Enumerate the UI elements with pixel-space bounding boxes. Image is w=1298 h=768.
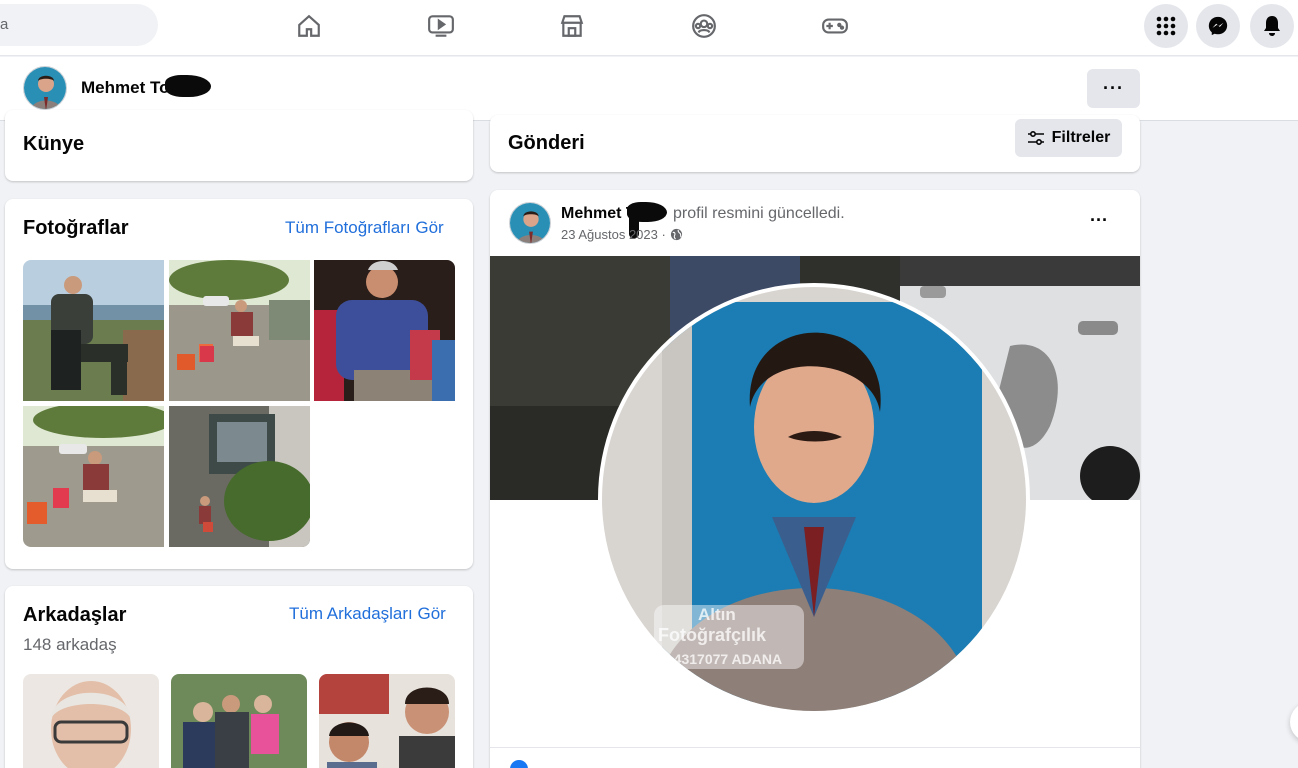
friends-card: Arkadaşlar Tüm Arkadaşları Gör 148 arkad… <box>5 586 473 768</box>
search-text: a <box>0 16 9 33</box>
photo-thumbnail[interactable] <box>169 406 310 547</box>
avatar[interactable] <box>23 66 67 110</box>
home-icon[interactable] <box>289 8 329 44</box>
redaction-scribble <box>165 75 211 97</box>
post-author[interactable]: Mehmet T <box>561 205 636 223</box>
watermark-line-3: 5 4317077 ADANA <box>662 651 783 667</box>
top-navigation: a <box>0 0 1298 56</box>
profile-picture[interactable]: Altın Fotoğrafçılık 5 4317077 ADANA <box>598 283 1030 715</box>
marketplace-icon[interactable] <box>552 8 592 44</box>
menu-grid-icon[interactable] <box>1144 4 1188 48</box>
watermark-line-1: Altın <box>698 605 736 624</box>
notifications-icon[interactable] <box>1250 4 1294 48</box>
new-message-button[interactable] <box>1290 702 1298 742</box>
gaming-icon[interactable] <box>815 8 855 44</box>
more-options-button[interactable]: ··· <box>1087 69 1140 108</box>
post-more-options-button[interactable]: ··· <box>1090 210 1108 231</box>
photo-thumbnail[interactable] <box>23 260 164 401</box>
posts-title: Gönderi <box>508 132 585 154</box>
filter-icon <box>1027 130 1044 146</box>
intro-card: Künye <box>5 110 473 181</box>
filters-button[interactable]: Filtreler <box>1015 119 1122 157</box>
avatar[interactable] <box>509 202 551 244</box>
friend-photo[interactable] <box>171 674 307 768</box>
watermark-line-2: Fotoğrafçılık <box>658 625 767 645</box>
friend-photo[interactable] <box>23 674 159 768</box>
friends-count: 148 arkadaş <box>23 635 117 654</box>
post-action-text: profil resmini güncelledi. <box>673 205 845 222</box>
photos-title: Fotoğraflar <box>23 217 129 239</box>
watch-icon[interactable] <box>421 8 461 44</box>
filters-label: Filtreler <box>1051 129 1111 146</box>
search-input[interactable]: a <box>0 4 158 46</box>
divider <box>490 747 1140 748</box>
see-all-photos-link[interactable]: Tüm Fotoğrafları Gör <box>285 218 444 238</box>
see-all-friends-link[interactable]: Tüm Arkadaşları Gör <box>289 604 446 624</box>
post-card: Mehmet T profil resmini güncelledi. 23 A… <box>490 190 1140 768</box>
photo-thumbnail[interactable] <box>169 260 310 401</box>
post-date: 23 Ağustos 2023 · <box>561 227 666 242</box>
post-timestamp[interactable]: 23 Ağustos 2023 · <box>561 227 683 242</box>
friend-photo[interactable] <box>319 674 455 768</box>
friends-title: Arkadaşlar <box>23 604 127 626</box>
photos-card: Fotoğraflar Tüm Fotoğrafları Gör <box>5 199 473 569</box>
profile-name[interactable]: Mehmet To <box>81 78 169 98</box>
photo-thumbnail[interactable] <box>314 260 455 401</box>
globe-icon <box>670 228 682 241</box>
intro-title: Künye <box>23 133 85 155</box>
groups-icon[interactable] <box>684 8 724 44</box>
posts-header-card: Gönderi Filtreler <box>490 115 1140 172</box>
messenger-icon[interactable] <box>1196 4 1240 48</box>
like-reaction-icon[interactable] <box>510 760 528 768</box>
photo-thumbnail[interactable] <box>23 406 164 547</box>
